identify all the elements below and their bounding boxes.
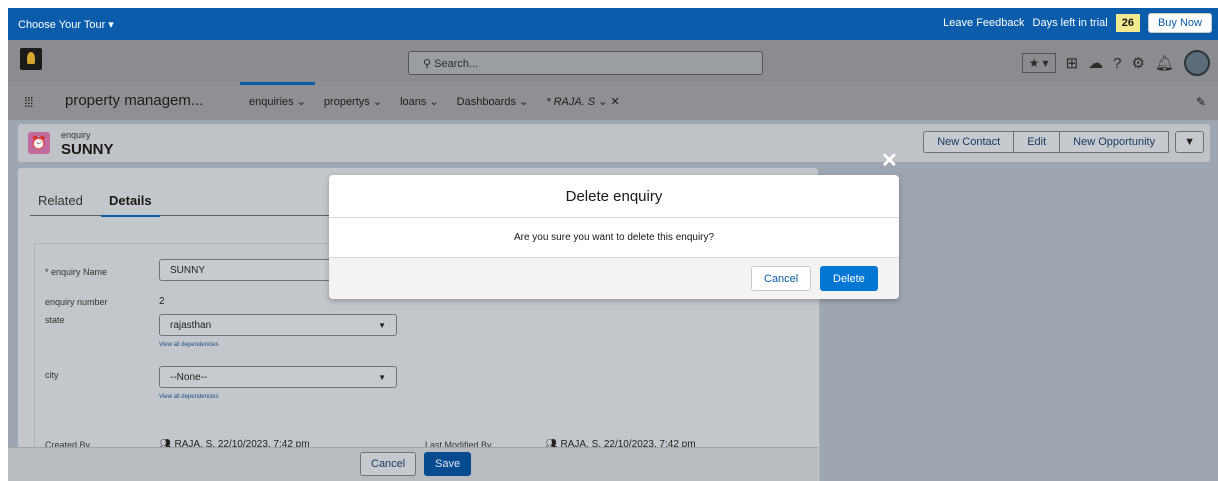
city-label: city [45,370,59,380]
tab-related[interactable]: Related [38,193,83,208]
more-actions-chevron-icon[interactable]: ▼ [1175,131,1204,153]
enquiry-name-label: * enquiry Name [45,267,108,277]
edit-button[interactable]: Edit [1013,131,1061,153]
user-avatar[interactable] [1184,50,1210,76]
search-icon: ⚲ [423,58,432,70]
enquiry-number-label: enquiry number [45,297,108,307]
state-dependencies-link[interactable]: View all dependencies [159,342,219,348]
enquiry-number-value: 2 [159,296,165,307]
new-contact-button[interactable]: New Contact [923,131,1015,153]
record-header: ⏰ enquiry SUNNY New Contact Edit New Opp… [18,124,1210,162]
new-opportunity-button[interactable]: New Opportunity [1059,131,1170,153]
days-left-badge: 26 [1115,14,1140,32]
record-title: SUNNY [61,141,114,158]
footer-save-button[interactable]: Save [424,452,472,476]
nav-item-raja-tab[interactable]: * RAJA. S ⌄ ✕ [537,82,628,120]
app-nav-bar: ⁞⁞⁞ property managem... enquiries ⌄ prop… [8,82,1218,120]
app-window: Choose Your Tour ▾ Leave Feedback Days l… [8,8,1218,481]
notifications-bell-icon[interactable]: 🔔︎ [1155,54,1174,72]
favorites-button[interactable]: ★ ▾ [1021,53,1056,73]
trial-bar: Choose Your Tour ▾ Leave Feedback Days l… [8,8,1218,40]
raja-tab-controls[interactable]: ⌄ ✕ [598,96,620,108]
chevron-down-icon: ▾ [1042,56,1049,70]
modal-title: Delete enquiry [329,175,899,218]
raja-tab-label: * RAJA. S [546,96,596,108]
nav-item-propertys[interactable]: propertys ⌄ [315,82,391,120]
star-icon: ★ [1028,56,1040,70]
city-select[interactable]: --None-- ▼ [159,366,397,388]
help-icon[interactable]: ? [1113,55,1121,72]
global-actions-icon[interactable]: ⊞ [1066,54,1079,72]
choose-tour-menu[interactable]: Choose Your Tour ▾ [18,18,114,31]
nav-item-loans[interactable]: loans ⌄ [391,82,448,120]
leave-feedback-link[interactable]: Leave Feedback [943,17,1024,29]
state-value: rajasthan [170,320,212,331]
record-type-label: enquiry [61,130,91,140]
city-dependencies-link[interactable]: View all dependencies [159,394,219,400]
org-logo[interactable] [20,48,42,70]
setup-gear-icon[interactable]: ⚙ [1132,54,1145,72]
state-select[interactable]: rajasthan ▼ [159,314,397,336]
delete-modal: Delete enquiry Are you sure you want to … [329,175,899,299]
edit-nav-pencil-icon[interactable]: ✎ [1196,95,1206,109]
app-name: property managem... [65,92,204,109]
modal-cancel-button[interactable]: Cancel [751,266,812,291]
trailhead-icon[interactable]: ☁ [1088,54,1103,72]
global-search-input[interactable]: ⚲ Search... [408,51,763,75]
tab-details[interactable]: Details [101,193,160,217]
nav-item-dashboards[interactable]: Dashboards ⌄ [448,82,538,120]
state-label: state [45,315,65,325]
footer-cancel-button[interactable]: Cancel [360,452,417,476]
modal-close-icon[interactable]: ✕ [881,148,898,173]
chevron-down-icon: ▼ [378,373,386,382]
app-launcher-icon[interactable]: ⁞⁞⁞ [24,94,34,110]
modal-delete-button[interactable]: Delete [820,266,878,291]
city-value: --None-- [170,372,208,383]
modal-footer: Cancel Delete [329,257,899,299]
buy-now-button[interactable]: Buy Now [1147,13,1212,33]
nav-item-enquiries[interactable]: enquiries ⌄ [240,82,315,120]
modal-message: Are you sure you want to delete this enq… [513,232,715,243]
global-header: ⚲ Search... ★ ▾ ⊞ ☁ ? ⚙ 🔔︎ [8,40,1218,84]
chevron-down-icon: ▼ [378,321,386,330]
enquiry-record-icon: ⏰ [28,132,50,154]
days-left-label: Days left in trial [1032,17,1108,29]
search-placeholder: Search... [434,58,479,70]
